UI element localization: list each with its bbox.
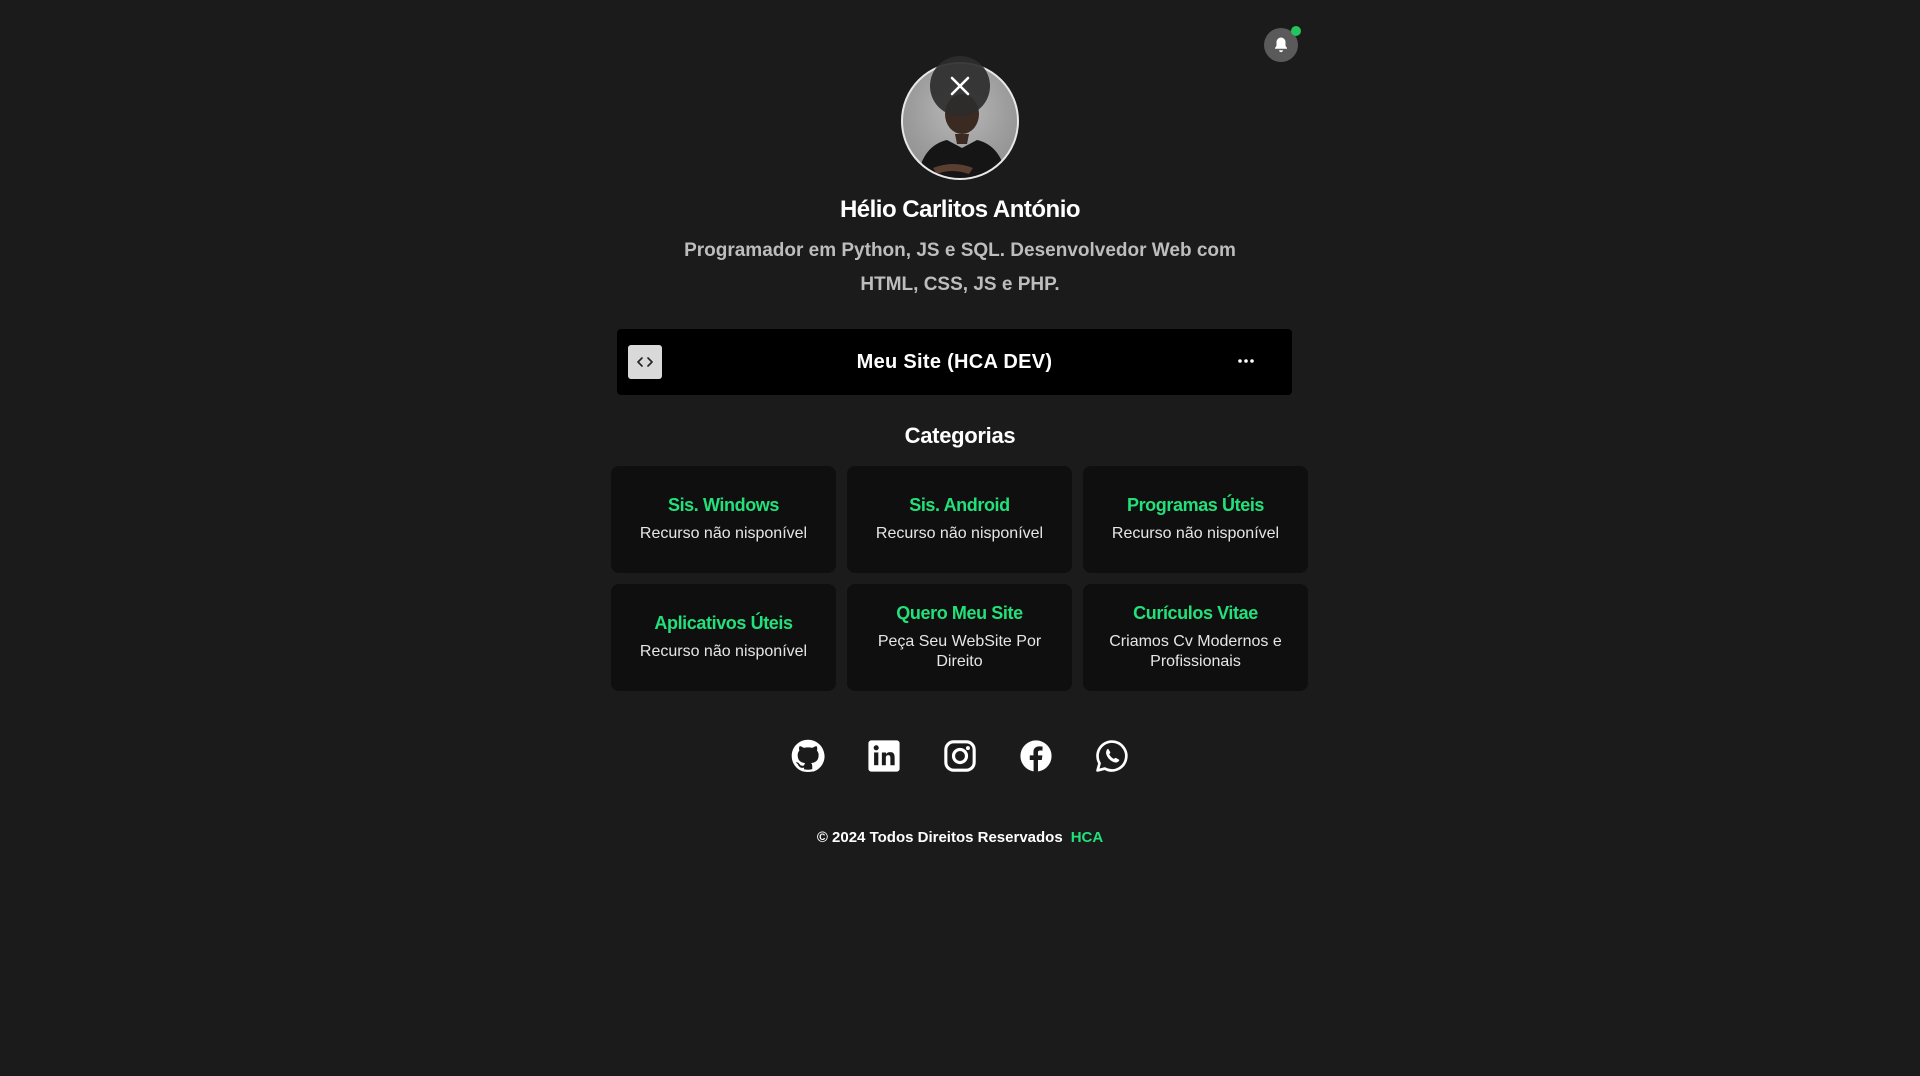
category-card-windows[interactable]: Sis. Windows Recurso não nisponível [611,466,836,573]
linkedin-icon[interactable] [866,738,902,774]
category-desc: Recurso não nisponível [875,525,1044,542]
category-title: Sis. Windows [667,495,780,515]
category-desc: Recurso não nisponível [639,643,808,660]
category-desc: Criamos Cv Modernos e Profissionais [1109,633,1282,670]
category-card-site[interactable]: Quero Meu Site Peça Seu WebSite Por Dire… [847,584,1072,691]
category-card-aplicativos[interactable]: Aplicativos Úteis Recurso não nisponível [611,584,836,691]
site-link-button[interactable]: Meu Site (HCA DEV) [617,329,1292,395]
page: Hélio Carlitos António Programador em Py… [0,0,1920,1076]
categories-title: Categorias [904,423,1016,448]
footer: © 2024 Todos Direitos Reservados HCA [0,829,1920,846]
ellipsis-icon[interactable] [1236,351,1256,371]
category-title: Programas Úteis [1126,495,1265,515]
profile-name: Hélio Carlitos António [839,196,1081,223]
code-icon [628,345,662,379]
category-card-android[interactable]: Sis. Android Recurso não nisponível [847,466,1072,573]
notification-bell-button[interactable] [1264,26,1301,62]
category-title: Sis. Android [909,495,1010,515]
category-title: Quero Meu Site [896,603,1023,623]
footer-brand-link[interactable]: HCA [1071,829,1104,846]
instagram-icon[interactable] [942,738,978,774]
github-icon[interactable] [790,738,826,774]
category-desc: Recurso não nisponível [639,525,808,542]
category-desc: Recurso não nisponível [1111,525,1280,542]
category-title: Curículos Vitae [1133,603,1258,623]
category-desc: Peça Seu WebSite Por Direito [877,633,1042,670]
footer-copyright: © 2024 Todos Direitos Reservados [816,829,1063,846]
whatsapp-icon[interactable] [1094,738,1130,774]
notification-dot [1291,26,1301,36]
category-card-cv[interactable]: Curículos Vitae Criamos Cv Modernos e Pr… [1083,584,1308,691]
category-card-programas[interactable]: Programas Úteis Recurso não nisponível [1083,466,1308,573]
profile-bio: Programador em Python, JS e SQL. Desenvo… [684,240,1236,295]
close-icon [950,76,970,96]
categories-grid: Sis. Windows Recurso não nisponível Sis.… [611,466,1309,691]
site-link-label: Meu Site (HCA DEV) [856,350,1053,373]
category-title: Aplicativos Úteis [654,613,793,633]
bell-icon [1275,37,1287,53]
social-links [0,738,1920,774]
facebook-icon[interactable] [1018,738,1054,774]
close-button[interactable] [930,56,990,116]
